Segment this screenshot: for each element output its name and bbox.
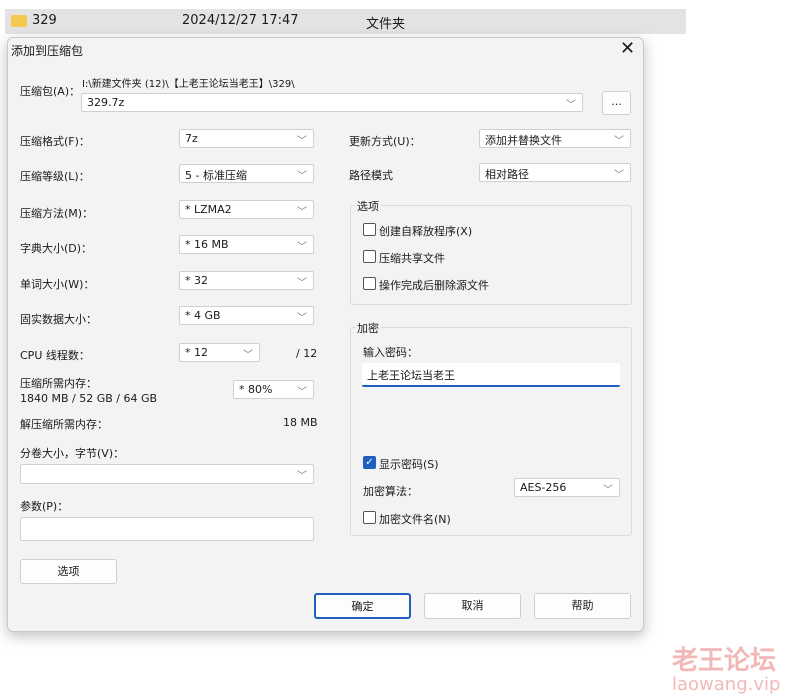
password-input[interactable]: 上老王论坛当老王 xyxy=(362,363,620,387)
level-value: 5 - 标准压缩 xyxy=(185,169,247,182)
show-password-checkbox[interactable]: ✓ xyxy=(363,456,376,469)
mem-label: 压缩所需内存： xyxy=(20,377,97,390)
chevron-down-icon: ﹀ xyxy=(603,485,613,496)
watermark-logo: 老王论坛 xyxy=(672,646,777,676)
archive-path: I:\新建文件夹 (12)\【上老王论坛当老王】\329\ xyxy=(82,79,295,90)
file-name: 329 xyxy=(32,13,57,28)
delete-source-checkbox[interactable] xyxy=(363,277,376,290)
mem-select[interactable]: * 80% ﹀ xyxy=(233,380,314,399)
encryption-group-title: 加密 xyxy=(355,320,381,336)
delete-source-label: 操作完成后删除源文件 xyxy=(379,279,489,292)
folder-icon xyxy=(11,15,27,27)
ok-button[interactable]: 确定 xyxy=(314,593,411,619)
solid-value: * 4 GB xyxy=(185,309,221,322)
method-select[interactable]: * LZMA2 ﹀ xyxy=(179,200,314,219)
dict-value: * 16 MB xyxy=(185,238,229,251)
params-input[interactable] xyxy=(20,517,314,541)
mem-value: 1840 MB / 52 GB / 64 GB xyxy=(20,392,158,405)
volume-label: 分卷大小，字节(V)： xyxy=(20,447,125,460)
solid-label: 固实数据大小： xyxy=(20,313,97,326)
file-row[interactable]: 329 2024/12/27 17:47 文件夹 xyxy=(5,9,686,34)
archive-name: 329.7z xyxy=(87,96,125,109)
close-icon[interactable]: ✕ xyxy=(620,38,635,59)
decomp-value: 18 MB xyxy=(283,416,318,429)
browse-button[interactable]: ... xyxy=(602,91,631,115)
params-label: 参数(P)： xyxy=(20,500,69,513)
sfx-checkbox[interactable] xyxy=(363,223,376,236)
format-select[interactable]: 7z ﹀ xyxy=(179,129,314,148)
dialog-title: 添加到压缩包 xyxy=(11,44,84,58)
solid-select[interactable]: * 4 GB ﹀ xyxy=(179,306,314,325)
method-value: * LZMA2 xyxy=(185,203,232,216)
encrypt-names-label: 加密文件名(N) xyxy=(379,513,451,526)
dict-select[interactable]: * 16 MB ﹀ xyxy=(179,235,314,254)
encrypt-names-checkbox[interactable] xyxy=(363,511,376,524)
watermark-url: laowang.vip xyxy=(672,674,781,695)
cancel-button[interactable]: 取消 xyxy=(424,593,521,619)
file-date: 2024/12/27 17:47 xyxy=(182,13,299,28)
dict-label: 字典大小(D)： xyxy=(20,242,93,255)
word-value: * 32 xyxy=(185,274,208,287)
chevron-down-icon: ﹀ xyxy=(297,136,307,147)
archive-name-combo[interactable]: 329.7z ﹀ xyxy=(81,93,583,112)
chevron-down-icon: ﹀ xyxy=(614,170,624,181)
update-value: 添加并替换文件 xyxy=(485,134,562,147)
chevron-down-icon: ﹀ xyxy=(297,387,307,398)
cpu-max: / 12 xyxy=(296,347,318,360)
chevron-down-icon: ﹀ xyxy=(297,313,307,324)
enc-method-select[interactable]: AES-256 ﹀ xyxy=(514,478,620,497)
password-label: 输入密码： xyxy=(363,346,418,359)
chevron-down-icon: ﹀ xyxy=(297,171,307,182)
level-label: 压缩等级(L)： xyxy=(20,170,90,183)
sfx-label: 创建自释放程序(X) xyxy=(379,225,473,238)
shared-label: 压缩共享文件 xyxy=(379,252,445,265)
cpu-value: * 12 xyxy=(185,346,208,359)
format-label: 压缩格式(F)： xyxy=(20,135,90,148)
password-value: 上老王论坛当老王 xyxy=(367,369,455,382)
method-label: 压缩方法(M)： xyxy=(20,207,94,220)
chevron-down-icon: ﹀ xyxy=(297,242,307,253)
chevron-down-icon: ﹀ xyxy=(243,350,253,361)
path-value: 相对路径 xyxy=(485,168,529,181)
chevron-down-icon: ﹀ xyxy=(297,207,307,218)
add-to-archive-dialog: 添加到压缩包 ✕ 压缩包(A)： I:\新建文件夹 (12)\【上老王论坛当老王… xyxy=(7,37,644,632)
update-select[interactable]: 添加并替换文件 ﹀ xyxy=(479,129,631,148)
archive-label: 压缩包(A)： xyxy=(20,85,81,98)
path-select[interactable]: 相对路径 ﹀ xyxy=(479,163,631,182)
options-button[interactable]: 选项 xyxy=(20,559,117,584)
update-label: 更新方式(U)： xyxy=(349,135,421,148)
enc-method-label: 加密算法： xyxy=(363,485,418,498)
word-select[interactable]: * 32 ﹀ xyxy=(179,271,314,290)
chevron-down-icon: ﹀ xyxy=(297,278,307,289)
cpu-label: CPU 线程数： xyxy=(20,349,90,362)
options-group-title: 选项 xyxy=(355,198,381,214)
mem-pct: * 80% xyxy=(239,383,273,396)
show-password-label: 显示密码(S) xyxy=(379,458,439,471)
level-select[interactable]: 5 - 标准压缩 ﹀ xyxy=(179,164,314,183)
chevron-down-icon: ﹀ xyxy=(614,136,624,147)
enc-method-value: AES-256 xyxy=(520,481,567,494)
format-value: 7z xyxy=(185,132,198,145)
volume-combo[interactable]: ﹀ xyxy=(20,464,314,484)
file-type: 文件夹 xyxy=(366,17,406,32)
chevron-down-icon: ﹀ xyxy=(566,100,576,111)
word-label: 单词大小(W)： xyxy=(20,278,95,291)
help-button[interactable]: 帮助 xyxy=(534,593,631,619)
cpu-select[interactable]: * 12 ﹀ xyxy=(179,343,260,362)
decomp-label: 解压缩所需内存： xyxy=(20,418,108,431)
path-label: 路径模式 xyxy=(349,169,393,182)
shared-checkbox[interactable] xyxy=(363,250,376,263)
chevron-down-icon: ﹀ xyxy=(297,471,307,482)
